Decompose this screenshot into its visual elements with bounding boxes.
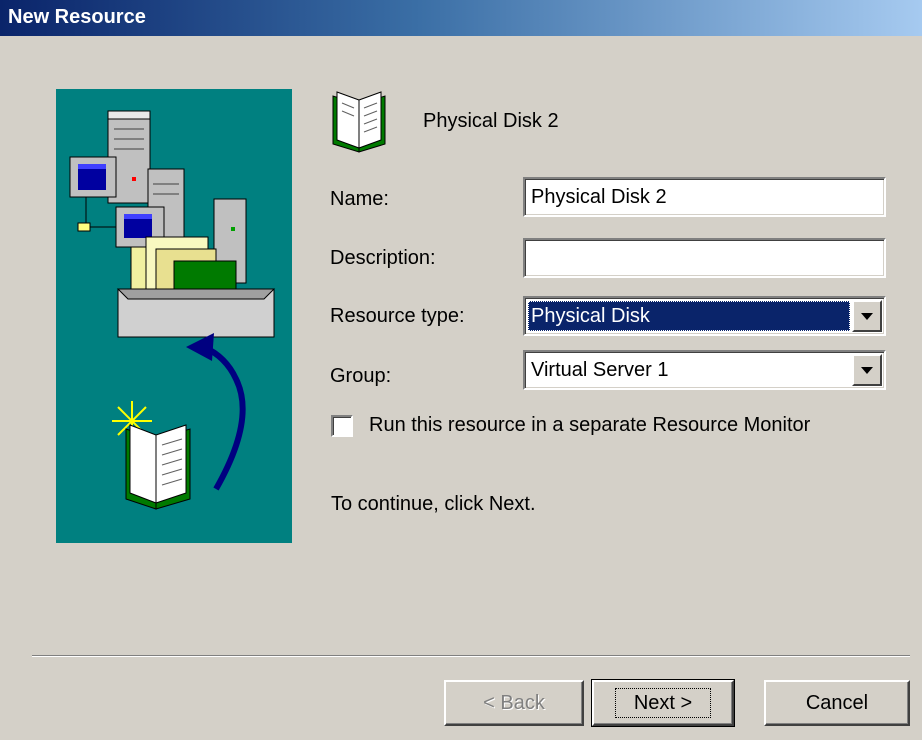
group-label: Group: (330, 365, 392, 387)
group-select[interactable]: Virtual Server 1 (523, 350, 886, 390)
button-separator (32, 655, 910, 657)
resource-type-dropdown-button[interactable] (852, 300, 882, 332)
chevron-down-icon (861, 367, 873, 374)
wizard-illustration (56, 89, 292, 543)
resource-type-select[interactable]: Physical Disk (523, 296, 886, 336)
next-button-label: Next > (614, 688, 712, 718)
tray-icon (116, 288, 276, 338)
continue-instruction: To continue, click Next. (331, 493, 536, 515)
sparkle-book-icon (112, 401, 191, 510)
group-value: Virtual Server 1 (531, 359, 669, 381)
title-bar: New Resource (0, 0, 922, 36)
back-button[interactable]: < Back (444, 680, 584, 726)
description-field[interactable] (523, 238, 886, 278)
resource-header-title: Physical Disk 2 (423, 110, 559, 132)
chevron-down-icon (861, 313, 873, 320)
separate-monitor-label[interactable]: Run this resource in a separate Resource… (369, 414, 810, 437)
description-label: Description: (330, 247, 436, 269)
separate-monitor-checkbox[interactable] (331, 415, 353, 437)
window-title: New Resource (8, 6, 146, 28)
resource-type-value: Physical Disk (528, 301, 850, 331)
name-field[interactable] (523, 177, 886, 217)
next-button[interactable]: Next > (591, 679, 735, 727)
resource-type-label: Resource type: (330, 305, 465, 327)
name-label: Name: (330, 188, 389, 210)
cancel-button[interactable]: Cancel (764, 680, 910, 726)
group-dropdown-button[interactable] (852, 354, 882, 386)
open-book-icon (329, 90, 389, 154)
arrow-icon (186, 333, 246, 491)
